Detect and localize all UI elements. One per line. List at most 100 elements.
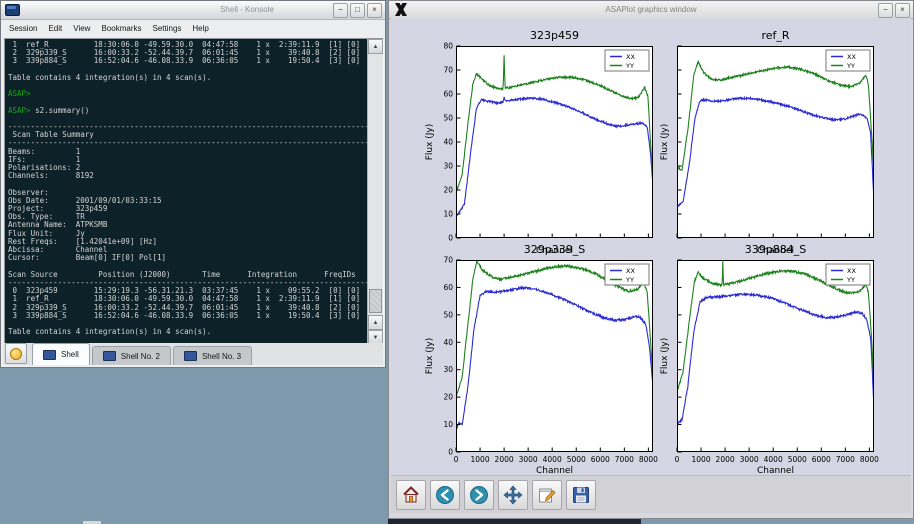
desktop: Shell - Konsole −□× SessionEditViewBookm…	[0, 0, 914, 524]
svg-text:70: 70	[443, 256, 453, 265]
toolbar-save-button[interactable]	[566, 480, 596, 510]
menu-session[interactable]: Session	[9, 24, 37, 33]
plot-toolbar	[391, 475, 911, 513]
svg-text:2000: 2000	[495, 455, 514, 464]
forward-icon	[469, 485, 489, 505]
subplot-ref_R: Channelref_RFlux (Jy)XXYY	[660, 29, 874, 256]
maximize-button[interactable]: □	[350, 3, 365, 18]
svg-text:4000: 4000	[543, 455, 562, 464]
close-button[interactable]: ×	[895, 3, 910, 18]
toolbar-configure-button[interactable]	[532, 480, 562, 510]
configure-icon	[537, 485, 557, 505]
svg-text:XX: XX	[847, 267, 856, 275]
new-session-button[interactable]	[5, 343, 27, 364]
tab-shell-no-2[interactable]: Shell No. 2	[92, 346, 171, 365]
asaplot-window: ASAPlot graphics window −× 0 10 20 30 40 50 60…	[388, 0, 914, 519]
svg-text:20: 20	[443, 393, 453, 402]
svg-text:20: 20	[443, 186, 453, 195]
svg-text:0: 0	[448, 234, 453, 243]
konsole-menubar: Session Edit View Bookmarks Settings Help	[1, 20, 385, 37]
konsole-window: Shell - Konsole −□× Session Edit View Bookm…	[0, 0, 386, 368]
scrollbar-thumb[interactable]	[369, 289, 382, 313]
terminal-icon	[43, 350, 56, 360]
konsole-app-icon	[5, 4, 20, 16]
scroll-up-button-bottom[interactable]: ▲	[368, 315, 383, 330]
terminal-icon	[184, 351, 197, 361]
scroll-up-button[interactable]: ▲	[368, 39, 383, 54]
svg-text:6000: 6000	[591, 455, 610, 464]
figure-canvas[interactable]: 0 10 20 30 40 50 60 70 80 Channel 323p459 Flux (Jy)…	[391, 18, 911, 475]
svg-text:40: 40	[443, 138, 453, 147]
svg-text:0: 0	[448, 448, 453, 457]
svg-text:60: 60	[443, 283, 453, 292]
svg-text:7000: 7000	[615, 455, 634, 464]
svg-text:Flux (Jy): Flux (Jy)	[660, 124, 670, 161]
svg-text:YY: YY	[846, 276, 855, 284]
svg-text:7000: 7000	[836, 455, 855, 464]
menu-settings[interactable]: Settings	[152, 24, 181, 33]
svg-text:1000: 1000	[692, 455, 711, 464]
svg-text:0: 0	[454, 455, 459, 464]
svg-text:ref_R: ref_R	[761, 29, 789, 42]
svg-text:323p459: 323p459	[530, 29, 579, 42]
close-button[interactable]: ×	[367, 3, 382, 18]
subplot-329p339_S: 0100020003000400050006000700080000102030…	[425, 243, 658, 475]
svg-text:YY: YY	[625, 62, 634, 70]
svg-text:8000: 8000	[639, 455, 658, 464]
svg-text:60: 60	[443, 90, 453, 99]
svg-text:Flux (Jy): Flux (Jy)	[660, 338, 670, 375]
konsole-tabbar: ShellShell No. 2Shell No. 3	[3, 343, 383, 365]
svg-text:6000: 6000	[812, 455, 831, 464]
svg-text:Flux (Jy): Flux (Jy)	[425, 124, 435, 161]
asaplot-window-title: ASAPlot graphics window	[389, 5, 913, 14]
svg-text:Channel: Channel	[757, 466, 794, 475]
toolbar-back-button[interactable]	[430, 480, 460, 510]
svg-text:3000: 3000	[740, 455, 759, 464]
menu-edit[interactable]: Edit	[48, 24, 62, 33]
svg-text:329p339_S: 329p339_S	[524, 243, 585, 256]
svg-text:XX: XX	[847, 53, 856, 61]
svg-text:4000: 4000	[764, 455, 783, 464]
subplot-339p884_S: 0 1000 2000 3000 4000 5000 6000 7000 8000 Channel…	[660, 243, 879, 475]
svg-text:Channel: Channel	[536, 466, 573, 475]
svg-text:2000: 2000	[716, 455, 735, 464]
minimize-button[interactable]: −	[333, 3, 348, 18]
pan-icon	[503, 485, 523, 505]
svg-text:30: 30	[443, 162, 453, 171]
tab-shell[interactable]: Shell	[32, 343, 90, 365]
terminal-scrollbar[interactable]: ▲ ▲ ▼	[367, 39, 383, 345]
svg-text:1000: 1000	[471, 455, 490, 464]
svg-text:5000: 5000	[788, 455, 807, 464]
svg-text:XX: XX	[626, 267, 635, 275]
asaplot-titlebar[interactable]: ASAPlot graphics window −×	[389, 1, 913, 19]
toolbar-forward-button[interactable]	[464, 480, 494, 510]
subplot-323p459: 01020304050607080Channel323p459Flux (Jy)…	[425, 29, 653, 256]
new-session-icon	[10, 348, 22, 360]
konsole-window-title: Shell - Konsole	[161, 5, 333, 14]
svg-text:339p884_S: 339p884_S	[745, 243, 806, 256]
home-icon	[401, 485, 421, 505]
svg-text:8000: 8000	[860, 455, 879, 464]
svg-text:YY: YY	[625, 276, 634, 284]
svg-text:XX: XX	[626, 53, 635, 61]
svg-text:YY: YY	[846, 62, 855, 70]
terminal-icon	[103, 351, 116, 361]
toolbar-pan-button[interactable]	[498, 480, 528, 510]
shell-tabs: ShellShell No. 2Shell No. 3	[30, 343, 252, 365]
toolbar-home-button[interactable]	[396, 480, 426, 510]
svg-text:30: 30	[443, 365, 453, 374]
konsole-titlebar[interactable]: Shell - Konsole −□×	[1, 1, 385, 20]
svg-text:0: 0	[675, 455, 680, 464]
terminal-output[interactable]: 1 ref_R 18:30:06.0 -49.59.30.0 04:47:58 …	[5, 40, 368, 343]
menu-bookmarks[interactable]: Bookmarks	[101, 24, 141, 33]
save-icon	[571, 485, 591, 505]
svg-text:5000: 5000	[567, 455, 586, 464]
menu-view[interactable]: View	[73, 24, 90, 33]
svg-text:50: 50	[443, 114, 453, 123]
svg-text:50: 50	[443, 310, 453, 319]
menu-help[interactable]: Help	[192, 24, 208, 33]
minimize-button[interactable]: −	[878, 3, 893, 18]
svg-text:80: 80	[443, 42, 453, 51]
tab-shell-no-3[interactable]: Shell No. 3	[173, 346, 252, 365]
svg-text:10: 10	[443, 210, 453, 219]
